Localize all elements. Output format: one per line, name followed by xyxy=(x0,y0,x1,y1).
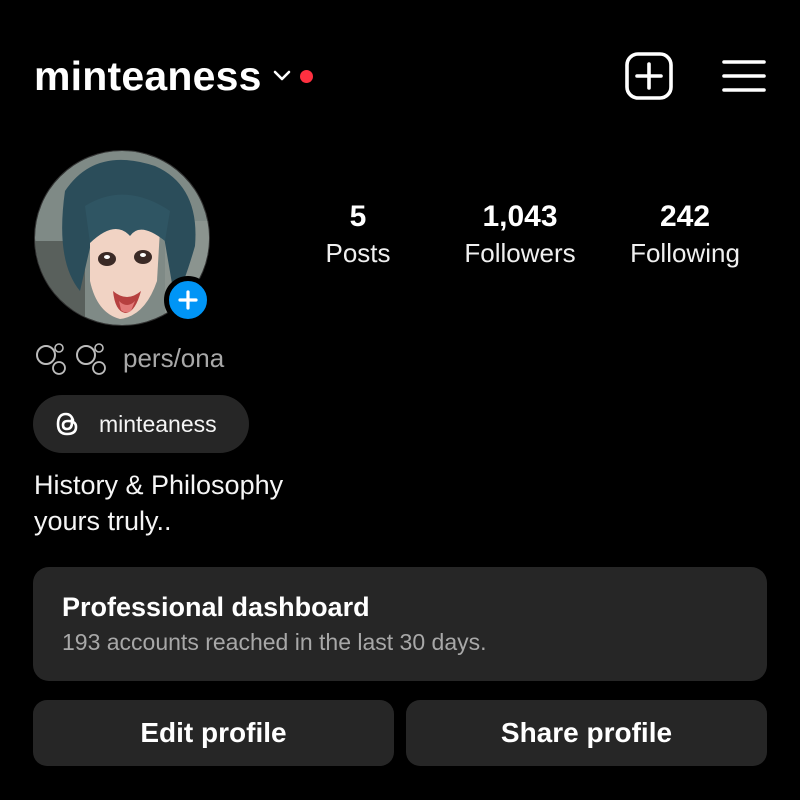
share-profile-button[interactable]: Share profile xyxy=(406,700,767,766)
stat-label: Posts xyxy=(325,238,391,268)
pronouns-text: pers/ona xyxy=(123,342,225,373)
stat-value: 1,043 xyxy=(482,200,558,233)
threads-badge[interactable]: minteaness xyxy=(33,395,249,453)
professional-dashboard-card[interactable]: Professional dashboard 193 accounts reac… xyxy=(33,567,767,681)
stat-value: 5 xyxy=(349,200,367,233)
dashboard-title: Professional dashboard xyxy=(62,592,370,622)
profile-stats: 5 Posts 1,043 Followers 242 Following xyxy=(300,198,770,278)
chevron-down-icon xyxy=(273,70,290,81)
stat-posts[interactable]: 5 Posts xyxy=(310,198,406,270)
plus-square-icon[interactable] xyxy=(624,51,674,101)
hamburger-menu-icon[interactable] xyxy=(722,56,766,96)
profile-avatar[interactable] xyxy=(34,150,212,326)
pronouns: pers/ona xyxy=(34,338,224,378)
threads-icon xyxy=(56,412,78,436)
stat-value: 242 xyxy=(659,200,711,233)
stat-followers[interactable]: 1,043 Followers xyxy=(450,198,590,270)
username: minteaness xyxy=(34,52,262,99)
dashboard-subtitle: 193 accounts reached in the last 30 days… xyxy=(62,629,487,655)
edit-profile-button[interactable]: Edit profile xyxy=(33,700,394,766)
bio-line: yours truly.. xyxy=(34,506,172,536)
plus-icon xyxy=(178,290,198,310)
account-switcher[interactable]: minteaness xyxy=(34,48,313,104)
stat-following[interactable]: 242 Following xyxy=(615,198,755,270)
bubbles-icon xyxy=(36,343,106,375)
threads-username: minteaness xyxy=(99,410,217,437)
notification-dot xyxy=(299,69,313,83)
top-bar: minteaness xyxy=(34,48,766,104)
bio: History & Philosophy yours truly.. xyxy=(34,467,283,539)
add-story-button[interactable] xyxy=(164,276,212,324)
stat-label: Followers xyxy=(464,238,576,268)
stat-label: Following xyxy=(630,238,740,268)
bio-line: History & Philosophy xyxy=(34,470,284,500)
